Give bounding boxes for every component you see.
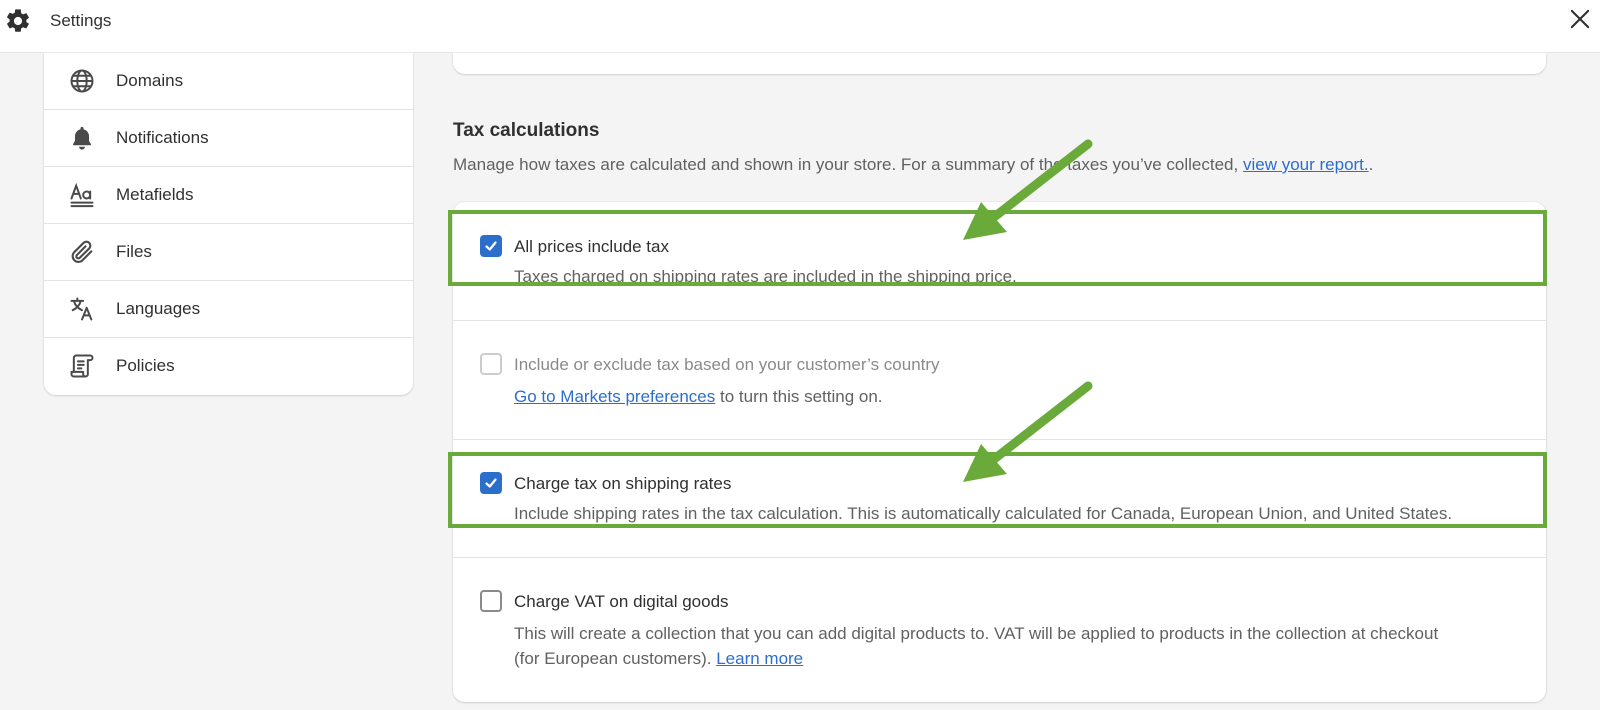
markets-preferences-link[interactable]: Go to Markets preferences — [514, 387, 715, 406]
gear-icon — [7, 9, 29, 32]
sidebar-item-languages[interactable]: Languages — [44, 281, 413, 338]
bell-icon — [72, 126, 92, 150]
sidebar-item-label: Domains — [116, 71, 184, 90]
divider — [453, 439, 1546, 440]
sidebar-item-label: Notifications — [116, 128, 209, 147]
settings-header: Settings — [0, 0, 1600, 53]
translate-icon — [70, 297, 93, 321]
charge-vat-digital-goods-checkbox[interactable] — [480, 590, 502, 612]
option-help-text: Taxes charged on shipping rates are incl… — [514, 267, 1017, 286]
option-label: All prices include tax — [514, 237, 669, 256]
checkmark-icon — [485, 478, 497, 488]
sidebar-item-label: Metafields — [116, 185, 194, 204]
sidebar-item-label: Files — [116, 242, 152, 261]
tax-by-country-checkbox — [480, 353, 502, 375]
option-help-text: (for European customers). Learn more — [514, 649, 804, 668]
all-prices-include-tax-checkbox[interactable] — [480, 235, 502, 257]
checkmark-icon — [485, 241, 497, 251]
paperclip-icon — [71, 240, 93, 263]
option-help-text: Include shipping rates in the tax calcul… — [514, 504, 1453, 523]
globe-icon — [70, 69, 94, 93]
section-description: Manage how taxes are calculated and show… — [453, 155, 1374, 174]
option-label: Charge VAT on digital goods — [514, 592, 729, 611]
charge-tax-shipping-checkbox[interactable] — [480, 472, 502, 494]
view-report-link[interactable]: view your report. — [1243, 155, 1369, 174]
option-label: Include or exclude tax based on your cus… — [514, 355, 940, 374]
page-title: Settings — [50, 11, 112, 30]
sidebar-item-files[interactable]: Files — [44, 224, 413, 281]
sidebar-item-notifications[interactable]: Notifications — [44, 110, 413, 167]
divider — [453, 557, 1546, 558]
policy-scroll-icon — [70, 354, 94, 378]
option-help-text: This will create a collection that you c… — [514, 624, 1439, 643]
sidebar-item-label: Policies — [116, 356, 175, 375]
sidebar-item-policies[interactable]: Policies — [44, 338, 413, 395]
settings-sidebar: Domains Notifications Metafields Files L… — [44, 53, 413, 395]
previous-section-card — [453, 53, 1546, 74]
sidebar-item-label: Languages — [116, 299, 201, 318]
sidebar-item-metafields[interactable]: Metafields — [44, 167, 413, 224]
metafields-icon — [70, 182, 94, 208]
option-help-text: Go to Markets preferences to turn this s… — [514, 387, 883, 406]
divider — [453, 320, 1546, 321]
close-icon[interactable] — [1566, 5, 1594, 33]
option-label: Charge tax on shipping rates — [514, 474, 732, 493]
section-title: Tax calculations — [453, 120, 600, 141]
sidebar-item-domains[interactable]: Domains — [44, 53, 413, 110]
learn-more-link[interactable]: Learn more — [716, 649, 803, 668]
